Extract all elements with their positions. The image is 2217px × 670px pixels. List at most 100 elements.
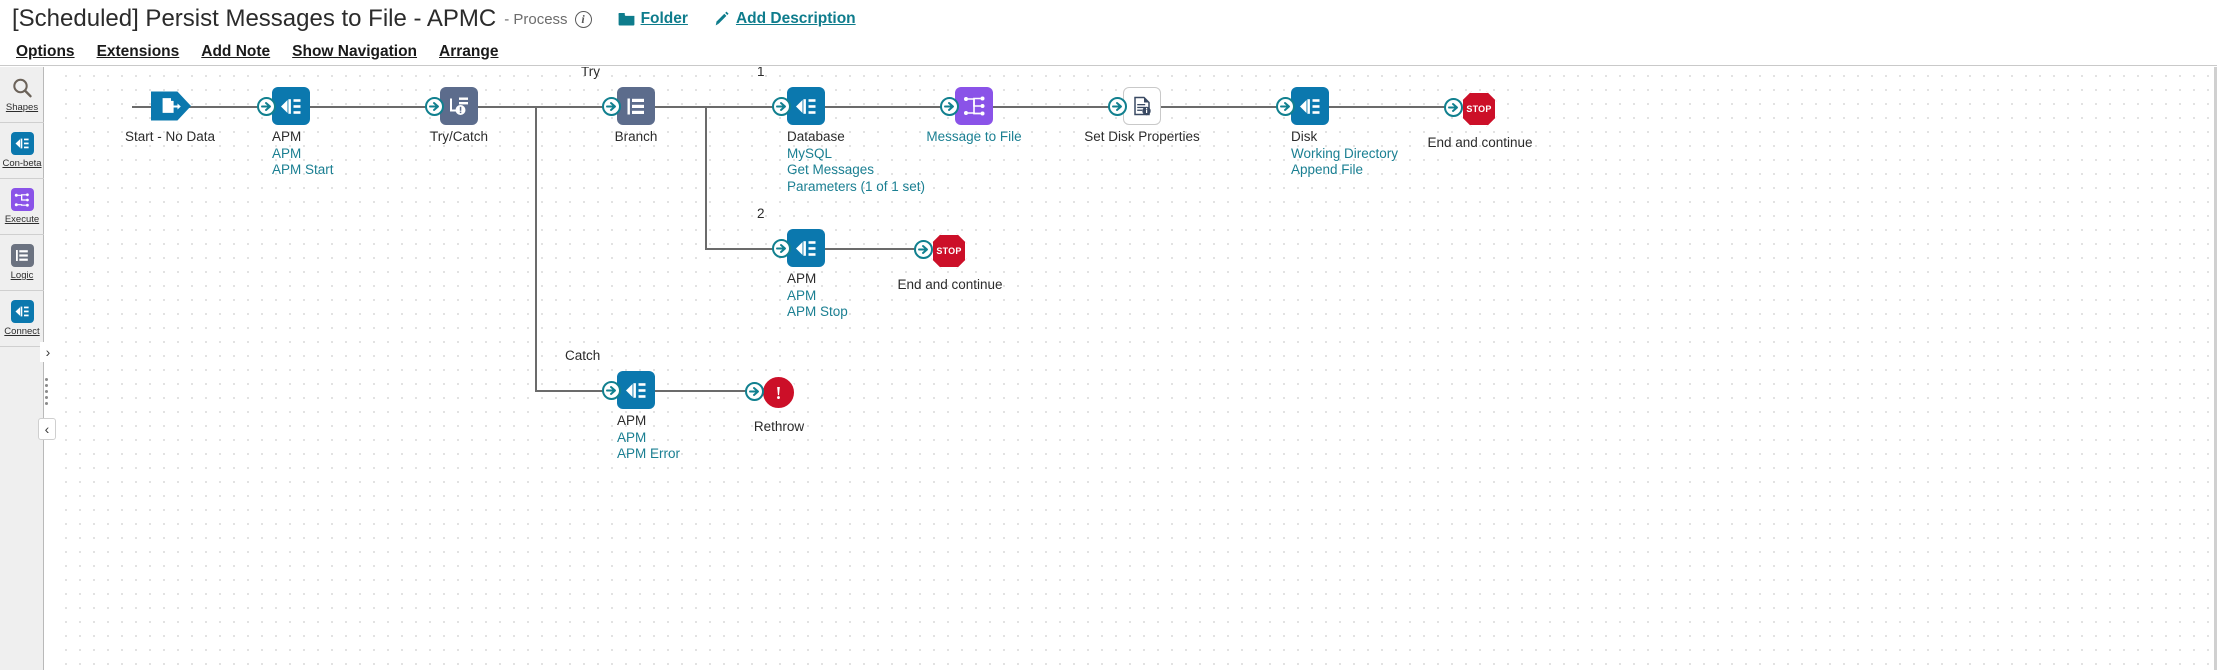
- sidebar-drag-handle[interactable]: [40, 375, 52, 409]
- error-icon-text: !: [775, 382, 782, 403]
- node-label: End and continue: [1427, 135, 1533, 150]
- node-link-label[interactable]: MySQL: [787, 146, 925, 163]
- node-link-label[interactable]: Get Messages: [787, 162, 925, 179]
- branch-edge-label-2: 2: [757, 206, 765, 221]
- node-link-label[interactable]: APM Start: [272, 162, 334, 179]
- process-canvas[interactable]: Start - No Data APM APM APM Start Try/Ca…: [57, 67, 2217, 670]
- connector-line: [535, 106, 537, 391]
- node-link-label[interactable]: APM: [787, 288, 848, 305]
- node-label: APM: [617, 413, 647, 428]
- end-and-continue-node[interactable]: STOP End and continue: [897, 233, 1003, 292]
- arrow-right-icon: [257, 97, 276, 116]
- arrow-right-icon: [425, 97, 444, 116]
- page-title-suffix: - Process: [504, 10, 568, 28]
- connector-icon: [272, 87, 310, 125]
- arrow-right-icon: [1276, 97, 1295, 116]
- menu-item-options[interactable]: Options: [16, 43, 75, 61]
- pencil-icon: [714, 11, 730, 27]
- menu-item-show-navigation[interactable]: Show Navigation: [292, 43, 417, 61]
- connector-line: [705, 106, 707, 249]
- try-catch-node[interactable]: Try/Catch: [425, 87, 488, 144]
- document-properties-icon: [1123, 87, 1161, 125]
- apm-start-node[interactable]: APM APM APM Start: [257, 87, 334, 177]
- branch-edge-label-1: 1: [757, 67, 765, 79]
- menu-item-arrange[interactable]: Arrange: [439, 43, 498, 61]
- node-labels: Branch: [615, 129, 658, 146]
- node-labels: Try/Catch: [430, 129, 488, 146]
- sidebar-item-logic[interactable]: Logic: [0, 235, 44, 291]
- menu-bar: Options Extensions Add Note Show Navigat…: [0, 38, 2217, 66]
- add-description-label: Add Description: [735, 10, 856, 27]
- node-labels: APM APM APM Stop: [787, 271, 848, 321]
- connector-line: [821, 106, 955, 108]
- execute-icon: [10, 188, 34, 211]
- node-labels: Start - No Data: [125, 129, 215, 146]
- node-label: Branch: [614, 129, 658, 144]
- arrow-right-icon: [1444, 98, 1463, 117]
- error-icon: !: [761, 375, 796, 410]
- document-arrow-icon: [151, 91, 191, 121]
- add-description-link[interactable]: Add Description: [714, 10, 856, 28]
- sidebar-item-shapes[interactable]: Shapes: [0, 67, 44, 123]
- node-labels: Message to File: [926, 129, 1021, 146]
- node-label: Database: [787, 129, 845, 144]
- node-link-label[interactable]: Working Directory: [1291, 146, 1398, 163]
- logic-icon: [10, 244, 34, 267]
- node-link-label[interactable]: Append File: [1291, 162, 1398, 179]
- menu-item-extensions[interactable]: Extensions: [97, 43, 180, 61]
- node-link-label[interactable]: APM: [617, 430, 680, 447]
- disk-node[interactable]: Disk Working Directory Append File: [1276, 87, 1398, 177]
- arrow-right-icon: [772, 97, 791, 116]
- sidebar-item-execute[interactable]: Execute: [0, 179, 44, 235]
- set-disk-properties-node[interactable]: Set Disk Properties: [1084, 87, 1200, 144]
- magnifier-icon: [11, 76, 34, 99]
- sidebar-item-label: Shapes: [5, 102, 39, 113]
- node-label: Set Disk Properties: [1084, 129, 1200, 144]
- node-labels: End and continue: [897, 277, 1002, 294]
- connector-line: [310, 106, 440, 108]
- sidebar-item-con-beta[interactable]: Con-beta: [0, 123, 44, 179]
- connector-line: [989, 106, 1123, 108]
- menu-item-add-note[interactable]: Add Note: [201, 43, 270, 61]
- connector-icon: [1291, 87, 1329, 125]
- apm-error-node[interactable]: Catch APM APM APM Error: [565, 348, 680, 461]
- sidebar-item-connect[interactable]: Connect: [0, 291, 44, 347]
- node-link-label[interactable]: APM Stop: [787, 304, 848, 321]
- connector-line: [1325, 106, 1461, 108]
- arrow-right-icon: [602, 381, 621, 400]
- map-icon: [955, 87, 993, 125]
- node-labels: End and continue: [1427, 135, 1532, 152]
- end-and-continue-node[interactable]: STOP End and continue: [1427, 91, 1533, 150]
- connector-icon: [10, 300, 34, 323]
- branch-node[interactable]: Try Branch: [581, 67, 657, 144]
- sidebar-item-label: Execute: [4, 214, 40, 225]
- apm-stop-node[interactable]: 2 APM APM APM Stop: [757, 206, 848, 319]
- node-label: APM: [272, 129, 302, 144]
- try-catch-icon: [440, 87, 478, 125]
- node-link-label[interactable]: Parameters (1 of 1 set): [787, 179, 925, 196]
- sidebar-item-label: Logic: [10, 270, 34, 281]
- message-to-file-node[interactable]: Message to File: [926, 87, 1022, 144]
- sidebar-expand-chevron-icon[interactable]: ›: [40, 342, 56, 362]
- arrow-right-icon: [745, 382, 764, 401]
- database-node[interactable]: 1 Database MySQL Get Messages Parameters…: [757, 67, 925, 194]
- arrow-right-icon: [602, 97, 621, 116]
- info-icon[interactable]: i: [574, 11, 592, 28]
- node-labels: APM APM APM Start: [272, 129, 334, 179]
- start-node[interactable]: Start - No Data: [125, 87, 215, 144]
- sidebar-item-label: Connect: [4, 326, 40, 337]
- connector-line: [1157, 106, 1291, 108]
- arrow-right-icon: [1108, 97, 1127, 116]
- arrow-right-icon: [772, 239, 791, 258]
- node-label: Disk: [1291, 129, 1318, 144]
- stop-icon-text: STOP: [1466, 104, 1492, 114]
- rethrow-node[interactable]: ! Rethrow: [745, 375, 804, 434]
- node-link-label[interactable]: APM: [272, 146, 334, 163]
- node-link-label[interactable]: APM Error: [617, 446, 680, 463]
- sidebar-collapse-chevron-icon[interactable]: ‹: [38, 418, 56, 440]
- connector-line: [651, 106, 707, 108]
- page-title: [Scheduled] Persist Messages to File - A…: [12, 5, 497, 32]
- folder-link[interactable]: Folder: [618, 10, 688, 28]
- node-label: Try/Catch: [429, 129, 489, 144]
- node-link-label[interactable]: Message to File: [926, 129, 1021, 146]
